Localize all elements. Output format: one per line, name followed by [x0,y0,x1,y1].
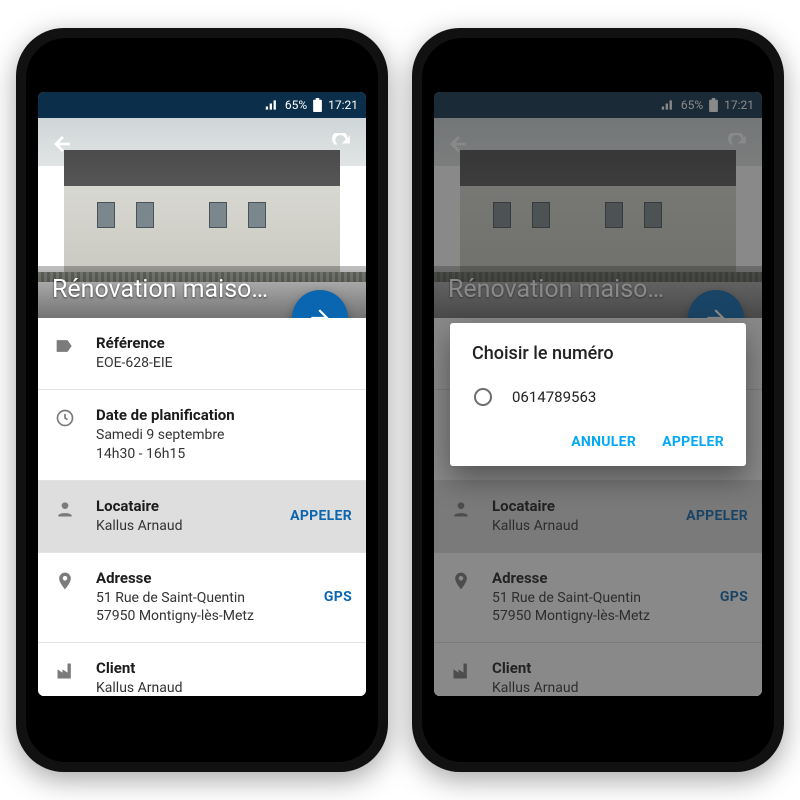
row-address[interactable]: Adresse 51 Rue de Saint-Quentin 57950 Mo… [38,553,366,644]
address-label: Adresse [96,569,296,587]
phone-inner: 65% 17:21 [26,38,378,762]
choose-number-dialog: Choisir le numéro 0614789563 ANNULER APP… [450,323,746,466]
detail-list: Référence EOE-628-EIE Date de planificat… [38,318,366,696]
tenant-label: Locataire [96,497,262,515]
signal-icon [265,99,279,111]
reference-label: Référence [96,334,352,352]
phone-right: 65% 17:21 [412,28,784,772]
clock: 17:21 [328,98,358,112]
page-title: Rénovation maiso… [52,275,306,304]
date-line1: Samedi 9 septembre [96,426,352,445]
date-line2: 14h30 - 16h15 [96,445,352,464]
clock-icon [52,406,78,428]
tag-icon [52,334,78,356]
header: Rénovation maiso… [38,118,366,318]
status-bar: 65% 17:21 [38,92,366,118]
address-line1: 51 Rue de Saint-Quentin [96,589,296,608]
address-line2: 57950 Montigny-lès-Metz [96,607,296,626]
screen: 65% 17:21 [38,92,366,696]
refresh-button[interactable] [324,126,360,162]
back-button[interactable] [44,126,80,162]
battery-icon [313,98,322,112]
client-label: Client [96,659,352,677]
row-client: Client Kallus Arnaud [38,643,366,696]
tenant-value: Kallus Arnaud [96,517,262,536]
radio-icon [474,388,492,406]
dialog-cancel-button[interactable]: ANNULER [571,434,636,450]
row-tenant[interactable]: Locataire Kallus Arnaud APPELER [38,481,366,553]
client-value: Kallus Arnaud [96,679,352,696]
modal-overlay[interactable]: Choisir le numéro 0614789563 ANNULER APP… [434,92,762,696]
row-date: Date de planification Samedi 9 septembre… [38,390,366,481]
dialog-call-button[interactable]: APPELER [662,434,724,450]
person-icon [52,497,78,519]
phone-inner: 65% 17:21 [422,38,774,762]
dialog-actions: ANNULER APPELER [472,428,724,456]
row-reference: Référence EOE-628-EIE [38,318,366,390]
phone-option-0[interactable]: 0614789563 [472,384,724,428]
phone-option-number: 0614789563 [512,388,596,406]
factory-icon [52,659,78,681]
date-label: Date de planification [96,406,352,424]
dialog-title: Choisir le numéro [472,343,724,364]
tenant-call-button[interactable]: APPELER [280,508,352,524]
screen: 65% 17:21 [434,92,762,696]
address-gps-button[interactable]: GPS [314,589,352,605]
reference-value: EOE-628-EIE [96,354,352,373]
phone-left: 65% 17:21 [16,28,388,772]
battery-level: 65% [285,98,307,112]
pin-icon [52,569,78,591]
